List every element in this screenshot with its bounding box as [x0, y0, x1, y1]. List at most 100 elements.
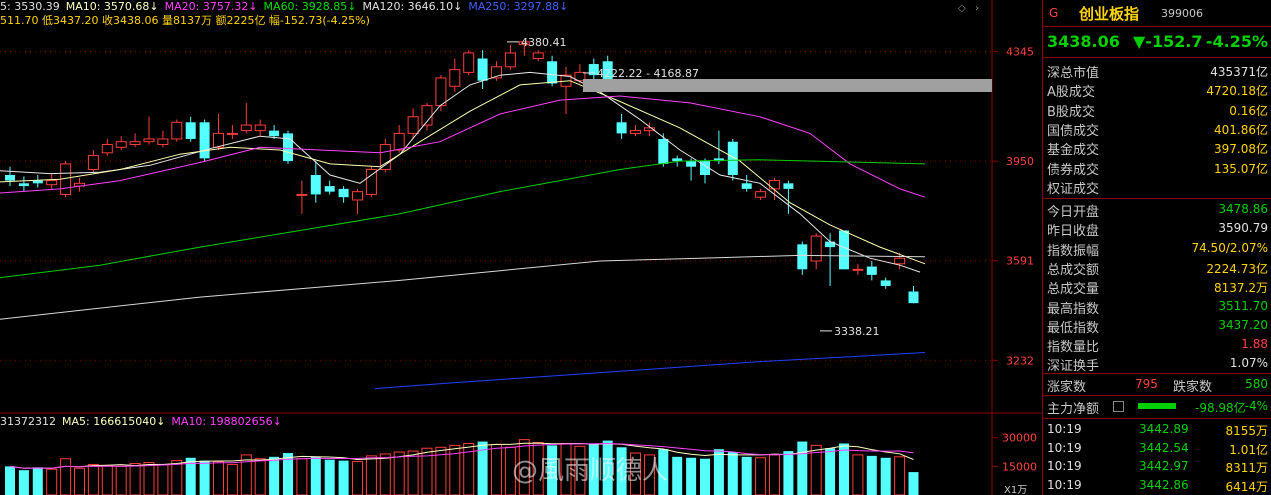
candle[interactable] [560, 66, 572, 114]
market-row: 权证成交 [1043, 177, 1271, 197]
candle[interactable] [115, 136, 127, 151]
volume-bar-down [713, 449, 724, 495]
candle-body-down [324, 186, 335, 192]
candle[interactable] [296, 180, 308, 214]
candle[interactable] [129, 133, 141, 148]
candle-body-down [741, 183, 752, 189]
candle-body-down [866, 266, 877, 275]
candle[interactable] [532, 50, 544, 62]
market-label: 深总市值 [1047, 66, 1100, 81]
volume-bar-down [783, 451, 794, 495]
index-code: 399006 [1161, 7, 1203, 20]
volume-bar-down [866, 455, 877, 495]
tick-volume: 8155万 [1225, 424, 1268, 438]
volume-bar-up [407, 450, 419, 495]
candle[interactable] [477, 50, 488, 90]
volume-bar-up [101, 464, 113, 495]
candle[interactable] [338, 186, 349, 203]
candle[interactable] [880, 277, 891, 289]
candle[interactable] [101, 138, 113, 156]
candle[interactable] [143, 116, 155, 145]
main-net-label: 主力净额 [1047, 402, 1100, 417]
diamond-icon[interactable]: ◇ [958, 3, 966, 14]
candle-body-up [143, 138, 155, 143]
candle[interactable] [254, 119, 266, 137]
chart-toolbar[interactable]: ◇ › [958, 3, 979, 14]
main-net-pct: -4% [1244, 399, 1268, 413]
candle[interactable] [5, 166, 15, 187]
market-value: 4720.18亿 [1206, 84, 1268, 99]
candle-body-up [254, 124, 266, 132]
market-row: 基金成交 397.08亿 [1043, 138, 1271, 158]
volume-bar-down [908, 472, 919, 495]
main-net-row[interactable]: 主力净额 -98.98亿 -4% [1043, 397, 1271, 417]
stat-label: 总成交量 [1047, 282, 1100, 298]
candle-body-up [115, 141, 127, 148]
candle[interactable] [185, 116, 196, 142]
annotation-label: 4222.22 - 4168.87 [597, 67, 699, 80]
candle[interactable] [74, 177, 85, 192]
volume-bar-down [5, 466, 15, 495]
candle[interactable] [908, 285, 919, 304]
market-label: 债券成交 [1047, 162, 1100, 178]
candle[interactable] [87, 150, 99, 173]
candle[interactable] [616, 113, 627, 139]
candle-body-up [504, 52, 516, 68]
candle[interactable] [866, 260, 877, 281]
y-tick-label: 3591 [1006, 255, 1034, 268]
candle[interactable] [852, 263, 864, 275]
candle[interactable] [171, 119, 183, 142]
grid-icon[interactable] [1113, 401, 1124, 412]
candle[interactable] [700, 158, 710, 184]
candle[interactable] [797, 241, 808, 275]
candle[interactable] [755, 188, 767, 200]
candle[interactable] [157, 130, 169, 148]
volume-bar-up [769, 454, 780, 495]
volume-bar-up [171, 460, 183, 495]
candle[interactable] [240, 102, 252, 134]
candle[interactable] [449, 58, 461, 92]
candle-body-down [283, 133, 293, 162]
candle[interactable] [226, 125, 238, 139]
candle[interactable] [658, 133, 669, 167]
tick-price: 3442.86 [1139, 477, 1189, 492]
volume-bar-up [240, 454, 252, 495]
volume-bar-up [143, 462, 155, 495]
candle-body-up [171, 121, 183, 140]
candle[interactable] [686, 158, 697, 181]
candle[interactable] [18, 176, 29, 192]
y-tick-label: 4345 [1006, 46, 1034, 59]
volume-bar-up [87, 463, 99, 495]
candle[interactable] [310, 161, 321, 203]
candle[interactable] [630, 125, 641, 137]
group-label: G [1049, 6, 1059, 20]
tick-time: 10:19 [1047, 422, 1082, 436]
candle[interactable] [435, 75, 447, 112]
candle-body-up [463, 52, 475, 73]
candle[interactable] [199, 119, 210, 162]
stat-label: 总成交额 [1047, 262, 1100, 278]
volume-bar-down [727, 452, 738, 495]
candle[interactable] [810, 233, 822, 270]
volume-bar-up [254, 458, 266, 495]
candle[interactable] [839, 230, 849, 270]
candle[interactable] [463, 50, 475, 76]
candle[interactable] [365, 166, 377, 198]
candle-body-down [797, 244, 808, 270]
tick-price: 3442.97 [1139, 459, 1189, 473]
candle[interactable] [283, 130, 293, 164]
candle[interactable] [32, 175, 43, 188]
candle[interactable] [741, 175, 752, 192]
vol-tick-label: 30000 [1002, 432, 1037, 445]
candle[interactable] [504, 44, 516, 70]
candle[interactable] [46, 173, 58, 189]
candle-body-up [810, 235, 822, 262]
candle-body-down [908, 291, 919, 304]
candle[interactable] [324, 180, 335, 195]
candle[interactable] [213, 113, 224, 151]
volume-legend-item-0: 31372312 [0, 415, 56, 428]
volume-bar-up [393, 451, 405, 495]
candle[interactable] [352, 188, 363, 214]
candle[interactable] [783, 180, 794, 214]
next-arrow-icon[interactable]: › [975, 3, 979, 14]
